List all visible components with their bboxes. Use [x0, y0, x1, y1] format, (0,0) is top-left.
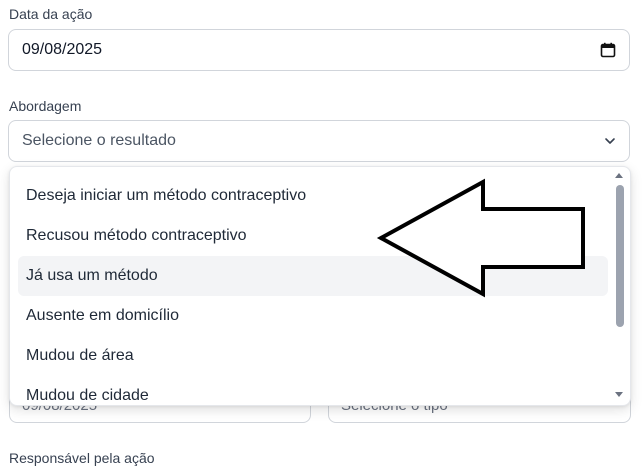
dropdown-option[interactable]: Mudou de cidade — [18, 376, 608, 405]
date-label: Data da ação — [9, 6, 93, 22]
scrollbar-thumb[interactable] — [616, 185, 624, 327]
dropdown-option[interactable]: Deseja iniciar um método contraceptivo — [18, 176, 608, 216]
responsavel-label: Responsável pela ação — [9, 450, 155, 466]
abordagem-dropdown-list[interactable]: Deseja iniciar um método contraceptivo R… — [9, 166, 631, 406]
dropdown-option[interactable]: Mudou de área — [18, 336, 608, 376]
abordagem-label: Abordagem — [9, 98, 82, 114]
dropdown-option[interactable]: Recusou método contraceptivo — [18, 216, 608, 256]
scroll-up-arrow-icon[interactable] — [615, 173, 623, 178]
abordagem-placeholder: Selecione o resultado — [22, 132, 176, 149]
dropdown-option[interactable]: Ausente em domicílio — [18, 296, 608, 336]
dropdown-scrollbar[interactable] — [614, 167, 628, 405]
dropdown-option-highlighted[interactable]: Já usa um método — [18, 256, 608, 296]
chevron-down-icon — [605, 138, 615, 144]
date-input[interactable]: 09/08/2025 — [8, 29, 630, 71]
scroll-down-arrow-icon[interactable] — [615, 392, 623, 397]
abordagem-select[interactable]: Selecione o resultado — [8, 120, 630, 162]
date-value: 09/08/2025 — [22, 41, 103, 58]
calendar-icon[interactable] — [600, 42, 616, 58]
